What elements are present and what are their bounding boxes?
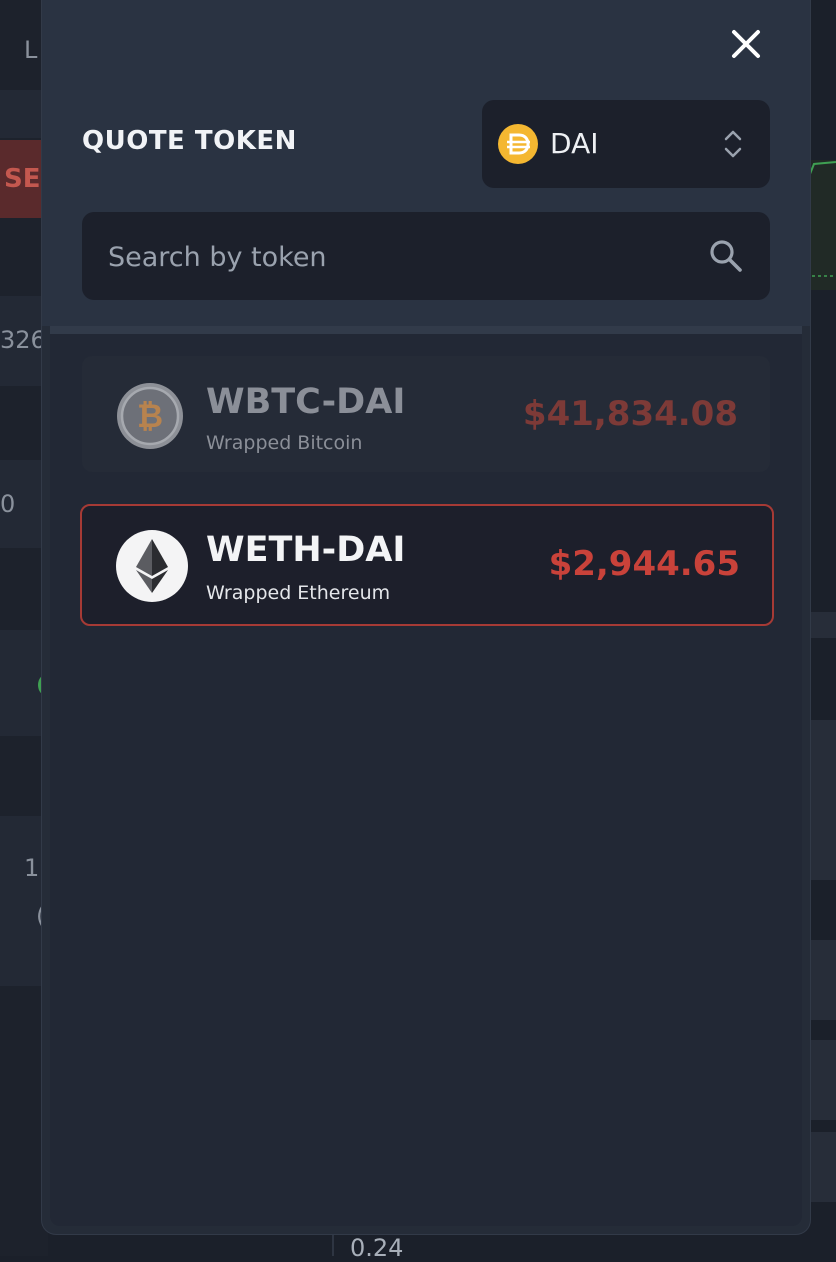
- background-sell-label: SE: [4, 164, 41, 194]
- pair-name: WETH-DAI: [206, 530, 406, 570]
- modal-divider: [50, 326, 802, 334]
- close-icon: [732, 30, 760, 58]
- dai-icon: [498, 124, 538, 164]
- bitcoin-icon: ₿: [117, 383, 183, 449]
- quote-token-label: QUOTE TOKEN: [82, 126, 297, 156]
- background-row: [806, 940, 836, 1020]
- background-row: [806, 720, 836, 880]
- quote-token-select[interactable]: DAI: [482, 100, 770, 188]
- quote-token-value: DAI: [550, 127, 599, 160]
- chevron-up-down-icon: [724, 130, 742, 158]
- pair-name: WBTC-DAI: [206, 382, 406, 422]
- pair-price: $41,834.08: [522, 394, 738, 434]
- quote-token-modal: QUOTE TOKEN DAI ₿ WBTC-DAI Wrapped Bitco…: [42, 0, 810, 1234]
- token-search: [82, 212, 770, 302]
- pair-row-weth-dai[interactable]: WETH-DAI Wrapped Ethereum $2,944.65: [80, 504, 774, 626]
- pair-row-wbtc-dai[interactable]: ₿ WBTC-DAI Wrapped Bitcoin $41,834.08: [82, 356, 770, 472]
- background-row: [0, 816, 48, 986]
- background-row: [806, 1040, 836, 1120]
- background-row: [806, 1132, 836, 1202]
- search-input[interactable]: [106, 212, 690, 302]
- background-row: [806, 612, 836, 638]
- background-divider: [332, 1232, 334, 1256]
- pair-subtitle: Wrapped Bitcoin: [206, 432, 363, 454]
- background-label: L: [24, 36, 38, 64]
- background-sell-button: SE: [0, 140, 48, 218]
- background-label: 0: [0, 490, 16, 518]
- pair-subtitle: Wrapped Ethereum: [206, 582, 391, 604]
- ethereum-icon: [116, 530, 188, 602]
- pair-price: $2,944.65: [548, 544, 740, 584]
- svg-text:₿: ₿: [137, 397, 163, 435]
- background-chart: [806, 160, 836, 290]
- close-button[interactable]: [726, 22, 766, 66]
- search-icon[interactable]: [708, 238, 744, 274]
- background-row: [0, 90, 48, 138]
- background-label: 326: [0, 326, 46, 354]
- background-bottom-value: 0.24: [350, 1234, 404, 1262]
